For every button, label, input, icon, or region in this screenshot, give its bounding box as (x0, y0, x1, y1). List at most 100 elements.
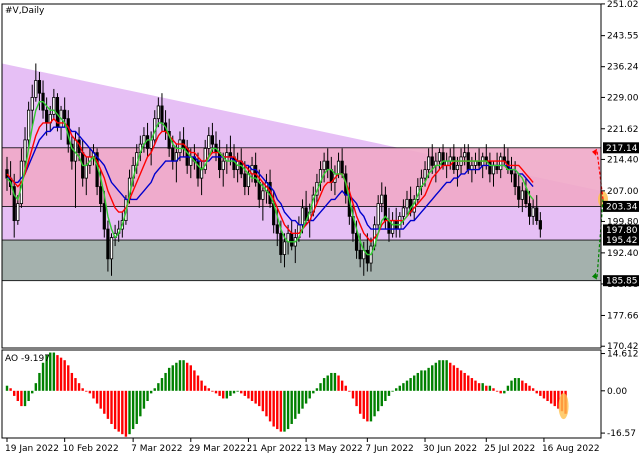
ao-bar (204, 385, 207, 391)
ao-bar (117, 390, 120, 432)
ao-bar (449, 362, 452, 391)
ao-bar (113, 390, 117, 430)
candle-body (243, 173, 247, 188)
ao-bar (366, 390, 369, 422)
ao-bar (283, 390, 286, 432)
ao-bar (402, 383, 405, 391)
ao-bar (20, 390, 23, 407)
candle-body (455, 164, 460, 171)
ao-bar (384, 390, 387, 402)
ao-bar (153, 388, 156, 391)
ao-bar (423, 370, 427, 391)
ao-bar (427, 367, 430, 391)
candle-body (171, 147, 175, 162)
ao-bar (394, 388, 398, 391)
ao-bar (503, 390, 506, 394)
ao-bar (369, 390, 373, 422)
candle-body (109, 237, 114, 260)
candle-body (160, 105, 164, 124)
candle-body (156, 105, 160, 120)
ao-bar (247, 390, 250, 399)
ao-bar (539, 390, 542, 396)
x-tick-label: 29 Mar 2022 (189, 444, 246, 454)
ao-bar (70, 372, 74, 391)
ao-bar (182, 360, 185, 391)
ao-bar (146, 390, 149, 402)
ao-bar (481, 383, 484, 391)
candle-body (218, 152, 222, 171)
ao-bar (160, 378, 164, 391)
price-label-text: 217.14 (606, 144, 638, 154)
ao-bar (380, 390, 383, 407)
ao-bar (521, 380, 524, 391)
ao-bar (438, 360, 441, 391)
candle (55, 93, 60, 132)
ao-bar (477, 383, 481, 391)
ao-bar (240, 390, 243, 394)
ao-bar (312, 390, 315, 394)
ao-bar (452, 365, 456, 391)
ao-bar (319, 383, 322, 391)
ao-bar (524, 383, 528, 391)
ao-bar (499, 390, 502, 394)
candle-body (27, 109, 31, 141)
ao-bar (362, 390, 365, 419)
ao-bar (164, 372, 167, 391)
candle-body (149, 139, 153, 149)
ao-bar (268, 390, 272, 422)
ao-bar (23, 390, 27, 407)
ao-bar (77, 383, 81, 391)
candle-body (405, 198, 409, 209)
candle-body (398, 215, 402, 230)
ao-bar (326, 375, 329, 391)
ao-bar (409, 378, 412, 391)
ao-bar (279, 390, 283, 432)
candle-body (535, 207, 539, 221)
ao-bar (95, 390, 99, 404)
ao-bar (488, 385, 492, 391)
candle-body (300, 207, 305, 226)
ao-bar (513, 378, 517, 391)
ao-bar (265, 390, 268, 417)
candle-body (326, 160, 330, 171)
ao-bar (81, 388, 84, 391)
ao-bar (189, 365, 192, 391)
ao-bar (308, 390, 311, 399)
ao-bar (546, 390, 549, 402)
ao-bar (553, 390, 556, 407)
x-tick-label: 7 Jun 2022 (365, 444, 413, 454)
ao-bar (222, 390, 225, 399)
zone-1 (1, 239, 602, 282)
ao-bar (59, 357, 63, 391)
candle-body (275, 224, 279, 234)
ao-bar (16, 390, 20, 402)
ao-bar (276, 390, 279, 430)
ao-bar (110, 390, 113, 424)
candle-body (513, 173, 517, 188)
price-tick-label: 221.62 (607, 125, 639, 135)
x-tick-label: 25 Jul 2022 (484, 444, 535, 454)
ao-bar (218, 390, 221, 396)
ao-bar (121, 390, 124, 435)
candle-body (282, 241, 287, 255)
candle-body (106, 228, 110, 260)
ao-bar (286, 390, 290, 430)
x-tick-label: 10 Feb 2022 (63, 444, 119, 454)
ao-bar (38, 372, 41, 391)
ao-bar (542, 390, 546, 399)
ao-bar (56, 355, 59, 391)
ao-bar (5, 385, 9, 391)
ao-bar (315, 388, 319, 391)
candle-body (488, 160, 492, 175)
candle-body (531, 207, 535, 217)
candle-body (427, 156, 431, 171)
candle-body (401, 207, 406, 217)
ao-bar (351, 390, 355, 399)
ao-bar (149, 390, 153, 394)
candle-body (354, 232, 359, 251)
ao-bar (128, 390, 131, 435)
candle-body (84, 164, 88, 179)
ao-tick-label: 14.612 (607, 350, 639, 360)
x-tick-label: 21 Apr 2022 (246, 444, 302, 454)
candle-body (517, 186, 521, 200)
